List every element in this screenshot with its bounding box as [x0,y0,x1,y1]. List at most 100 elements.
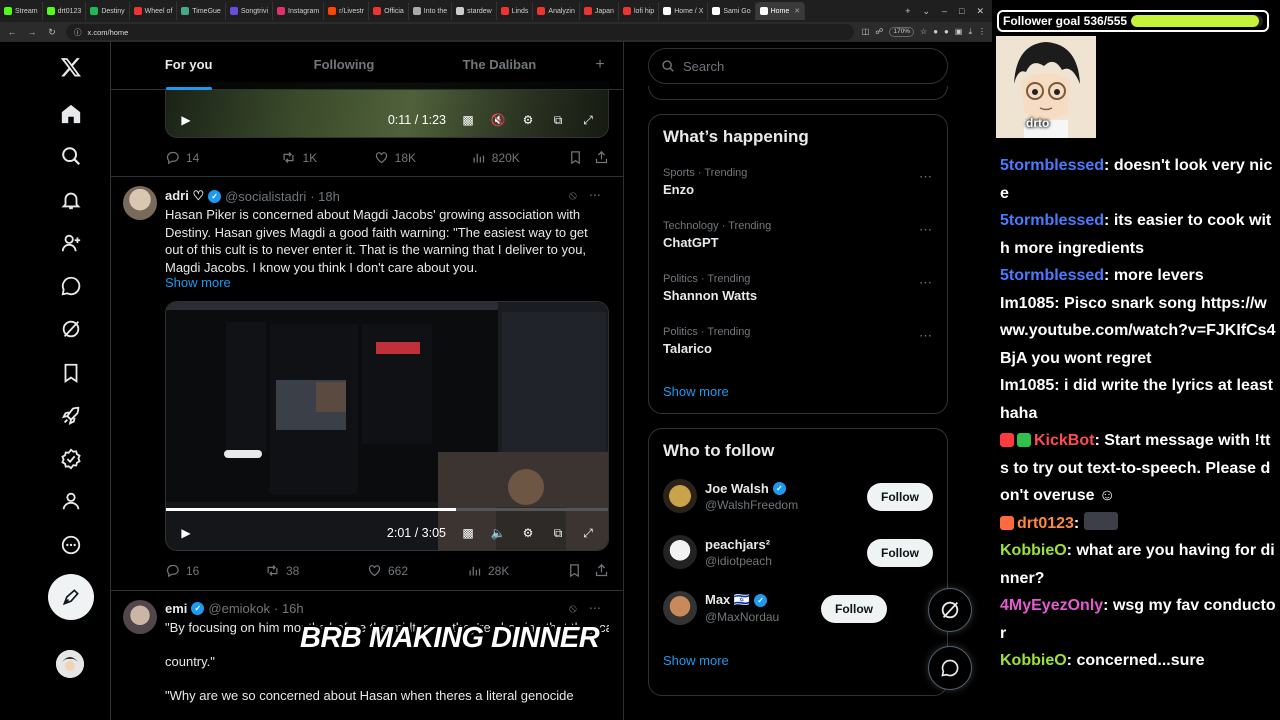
tab-for-you[interactable]: For you [111,42,266,90]
volume-icon[interactable]: 🔈 [490,525,506,541]
trend-item[interactable]: Politics · Trending Talarico [663,326,750,356]
tab-the-daliban[interactable]: The Daliban [422,42,577,90]
tab-following[interactable]: Following [266,42,421,90]
browser-tab[interactable]: Analyzin [533,2,580,20]
address-bar[interactable]: ⓘ x.com/home [66,24,854,40]
zoom-indicator[interactable]: 170% [889,27,915,37]
profile-icon[interactable] [56,486,86,516]
tweet-timestamp[interactable]: · 16h [274,601,304,616]
follow-suggestion[interactable]: peachjars² @idiotpeach [663,535,772,569]
browser-tab[interactable]: Officia [369,2,409,20]
avatar[interactable] [123,186,157,220]
tab-search-icon[interactable]: ⌄ [922,6,930,17]
share-button[interactable] [594,563,609,578]
browser-tab[interactable]: Destiny [86,2,130,20]
repost-button[interactable]: 38 [265,563,367,578]
more-dots-icon[interactable]: ⋯ [919,328,933,344]
browser-tab[interactable]: Stream [0,2,43,20]
repost-button[interactable]: 1K [281,150,373,165]
rocket-icon[interactable] [56,401,86,431]
more-dots-icon[interactable]: ⋯ [919,222,933,238]
settings-gear-icon[interactable]: ⚙ [520,112,536,128]
chat-username[interactable]: 5tormblessed [1000,157,1104,174]
browser-tab[interactable]: stardew [452,2,497,20]
fullscreen-icon[interactable]: ⤢ [580,525,596,541]
avatar[interactable] [123,600,157,634]
browser-tab[interactable]: Home ✕ [755,2,806,20]
reply-button[interactable]: 16 [165,563,265,578]
messages-floating-button[interactable] [928,646,972,690]
views-button[interactable]: 28K [467,563,567,578]
follow-suggestion[interactable]: Joe Walsh ✓ @WalshFreedom [663,479,798,513]
like-button[interactable]: 18K [374,150,471,165]
notifications-bell-icon[interactable] [56,185,86,215]
home-icon[interactable] [56,99,86,129]
verified-badge-icon[interactable] [56,444,86,474]
chat-username[interactable]: Im1085 [1000,295,1054,312]
extension-icon[interactable]: ● [944,27,949,37]
browser-tab[interactable]: Wheel of [130,2,178,20]
chat-username[interactable]: 4MyEyezOnly [1000,597,1103,614]
site-info-icon[interactable]: ⓘ [74,27,82,38]
reload-icon[interactable]: ↻ [46,27,58,38]
trend-item[interactable]: Technology · Trending ChatGPT [663,220,771,250]
mute-icon[interactable]: 🔇 [490,112,506,128]
browser-tab[interactable]: Sami Go [708,2,756,20]
browser-tab[interactable]: Into the [409,2,453,20]
browser-tab[interactable]: Home / X [659,2,709,20]
pip-icon[interactable]: ⧉ [550,112,566,128]
bookmark-button[interactable] [567,563,594,578]
close-tab-icon[interactable]: ✕ [794,7,800,15]
account-avatar[interactable] [56,650,84,678]
browser-tab[interactable]: Songtrivi [226,2,274,20]
author-handle[interactable]: @socialistadri [225,189,306,204]
add-tab-icon[interactable]: + [577,42,623,90]
trend-item[interactable]: Sports · Trending Enzo [663,167,747,197]
fullscreen-icon[interactable]: ⤢ [580,112,596,128]
new-tab-icon[interactable]: + [905,6,910,17]
author-name[interactable]: emi [165,601,187,616]
captions-icon[interactable]: ▩ [460,112,476,128]
minimize-icon[interactable]: – [942,6,947,17]
settings-gear-icon[interactable]: ⚙ [520,525,536,541]
x-logo-icon[interactable] [56,52,86,82]
bookmark-button[interactable] [568,150,594,165]
compose-post-button[interactable] [48,574,94,620]
extension-icon[interactable]: ● [933,27,938,37]
browser-tab[interactable]: Linds [497,2,534,20]
more-dots-icon[interactable]: ⋯ [919,169,933,185]
browser-tab[interactable]: lofi hip [619,2,660,20]
captions-icon[interactable]: ▩ [460,525,476,541]
more-dots-icon[interactable]: ⋯ [919,275,933,291]
chat-username[interactable]: KobbieO [1000,542,1067,559]
puzzle-icon[interactable]: ▣ [955,27,963,37]
grok-floating-button[interactable] [928,588,972,632]
show-more-link[interactable]: Show more [663,653,729,668]
follow-button[interactable]: Follow [867,483,933,511]
browser-tab[interactable]: Instagram [273,2,325,20]
pip-icon[interactable]: ⧉ [550,525,566,541]
bookmarks-icon[interactable] [56,358,86,388]
explore-search-icon[interactable] [56,141,86,171]
share-button[interactable] [594,150,609,165]
browser-tab[interactable]: Japan [580,2,619,20]
browser-tab[interactable]: r/Livestr [324,2,370,20]
star-icon[interactable]: ☆ [920,27,927,37]
chat-username[interactable]: KickBot [1034,432,1094,449]
grok-icon[interactable] [56,314,86,344]
close-window-icon[interactable]: ✕ [976,6,984,17]
views-button[interactable]: 820K [471,150,568,165]
show-more-link[interactable]: Show more [663,384,729,399]
follow-button[interactable]: Follow [821,595,887,623]
show-more-link[interactable]: Show more [165,275,231,290]
chat-username[interactable]: 5tormblessed [1000,212,1104,229]
chat-username[interactable]: 5tormblessed [1000,267,1104,284]
grok-icon[interactable]: ⦸ [569,601,577,616]
maximize-icon[interactable]: □ [959,6,964,17]
install-icon[interactable]: ◫ [862,27,870,37]
download-icon[interactable]: ⤓ [968,27,972,37]
follow-button[interactable]: Follow [867,539,933,567]
chat-username[interactable]: drt0123 [1017,515,1074,532]
more-dots-icon[interactable]: ⋯ [589,188,601,203]
reply-button[interactable]: 14 [165,150,281,165]
